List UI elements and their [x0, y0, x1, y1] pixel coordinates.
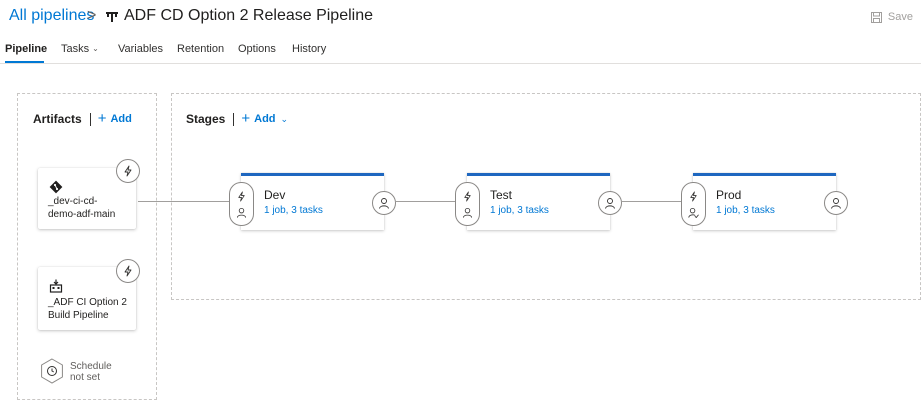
artifact-name-line2: demo-adf-main	[48, 209, 116, 220]
divider	[89, 112, 91, 126]
artifact-name-line1: _ADF CI Option 2	[48, 297, 127, 308]
continuous-deployment-trigger-button[interactable]	[116, 159, 140, 183]
stage-name: Test	[490, 188, 513, 202]
stage-card-test[interactable]: Test 1 job, 3 tasks	[455, 173, 622, 230]
stage-name: Prod	[716, 188, 742, 202]
person-icon	[462, 207, 473, 218]
continuous-deployment-trigger-button[interactable]	[116, 259, 140, 283]
tab-tasks-label: Tasks	[61, 43, 90, 55]
artifact-name-line2: Build Pipeline	[48, 310, 109, 321]
schedule-icon[interactable]	[39, 358, 65, 384]
stage-tasks-link[interactable]: 1 job, 3 tasks	[264, 205, 323, 216]
tab-retention[interactable]: Retention	[177, 43, 224, 55]
header: All pipelines > ADF CD Option 2 Release …	[0, 0, 921, 34]
artifacts-title: Artifacts	[33, 112, 82, 126]
person-icon	[605, 198, 615, 209]
save-button[interactable]: Save	[870, 11, 913, 23]
tab-options[interactable]: Options	[238, 43, 276, 55]
tab-history[interactable]: History	[292, 43, 326, 55]
schedule-line2: not set	[70, 372, 101, 383]
release-pipeline-icon	[106, 12, 118, 22]
stage-card-prod[interactable]: Prod 1 job, 3 tasks	[681, 173, 848, 230]
artifacts-panel	[17, 93, 157, 400]
lightning-icon	[464, 191, 471, 202]
tab-variables[interactable]: Variables	[118, 43, 163, 55]
stages-title: Stages	[186, 112, 226, 126]
stage-tasks-link[interactable]: 1 job, 3 tasks	[716, 205, 775, 216]
pre-deployment-conditions-button[interactable]	[455, 182, 480, 226]
lightning-icon	[238, 191, 245, 202]
lightning-icon	[124, 165, 132, 177]
tab-tasks[interactable]: Tasks ⌄	[61, 43, 99, 55]
schedule-status: Schedule not set	[70, 361, 130, 383]
save-icon	[870, 11, 882, 23]
artifact-name-line1: _dev-ci-cd-	[48, 196, 98, 207]
git-icon	[49, 180, 63, 194]
save-label: Save	[887, 11, 913, 23]
person-icon	[236, 207, 247, 218]
add-stage-button[interactable]: Add	[254, 113, 275, 125]
person-check-icon	[688, 207, 699, 218]
stages-header: Stages + Add ⌄	[186, 111, 289, 126]
add-icon[interactable]: +	[241, 111, 250, 126]
artifact-name: _ADF CI Option 2 Build Pipeline	[48, 296, 140, 322]
post-deployment-conditions-button[interactable]	[598, 191, 622, 215]
add-artifact-button[interactable]: Add	[110, 113, 131, 125]
tab-bar: Pipeline Tasks ⌄ Variables Retention Opti…	[0, 40, 921, 64]
pre-deployment-conditions-button[interactable]	[681, 182, 706, 226]
artifact-name: _dev-ci-cd- demo-adf-main	[48, 195, 140, 221]
chevron-down-icon: ⌄	[92, 44, 99, 53]
artifacts-header: Artifacts + Add	[33, 111, 132, 126]
pre-deployment-conditions-button[interactable]	[229, 182, 254, 226]
stage-tasks-link[interactable]: 1 job, 3 tasks	[490, 205, 549, 216]
active-tab-indicator	[5, 61, 44, 63]
person-icon	[831, 198, 841, 209]
lightning-icon	[690, 191, 697, 202]
divider	[233, 112, 235, 126]
person-icon	[379, 198, 389, 209]
add-icon[interactable]: +	[98, 111, 107, 126]
lightning-icon	[124, 265, 132, 277]
stage-name: Dev	[264, 188, 286, 202]
post-deployment-conditions-button[interactable]	[824, 191, 848, 215]
post-deployment-conditions-button[interactable]	[372, 191, 396, 215]
breadcrumb-separator: >	[87, 7, 97, 24]
stage-card-dev[interactable]: Dev 1 job, 3 tasks	[229, 173, 396, 230]
breadcrumb-all-pipelines-link[interactable]: All pipelines	[9, 7, 94, 25]
chevron-down-icon[interactable]: ⌄	[281, 114, 289, 125]
page-title: ADF CD Option 2 Release Pipeline	[124, 7, 374, 24]
build-icon	[49, 279, 63, 293]
schedule-line1: Schedule	[70, 361, 112, 372]
tab-pipeline[interactable]: Pipeline	[5, 43, 47, 55]
